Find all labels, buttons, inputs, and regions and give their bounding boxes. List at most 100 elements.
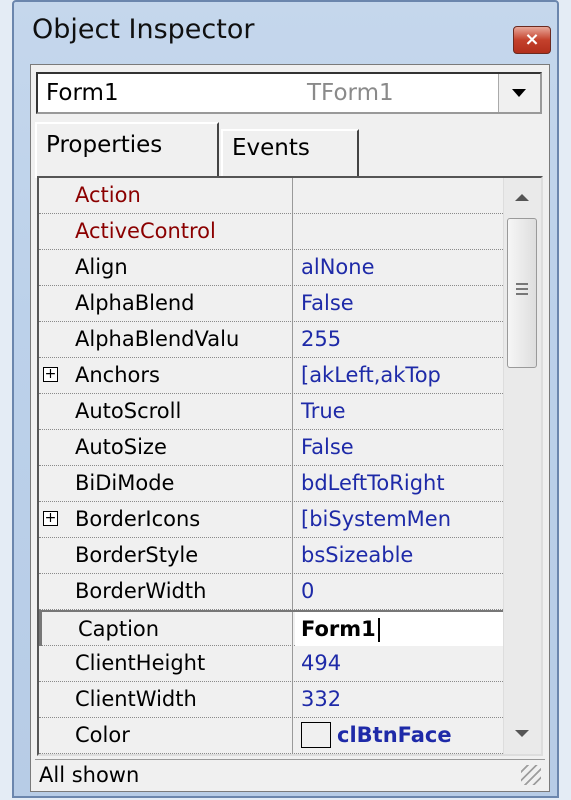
property-value-text: Form1 (301, 617, 376, 641)
expand-plus-icon[interactable]: + (43, 367, 58, 382)
property-name: AutoSize (39, 430, 293, 465)
property-value[interactable]: [biSystemMen (295, 502, 503, 537)
color-swatch (301, 721, 331, 748)
property-name: ClientHeight (39, 646, 293, 681)
property-value[interactable] (295, 178, 503, 213)
property-value-text: bdLeftToRight (301, 471, 445, 495)
property-row[interactable]: AutoScroll True (39, 394, 503, 430)
property-value[interactable]: bsSizeable (295, 538, 503, 573)
property-value[interactable]: alNone (295, 250, 503, 285)
property-value-text: 494 (301, 651, 342, 675)
property-value[interactable]: 332 (295, 682, 503, 717)
property-value[interactable]: True (295, 394, 503, 429)
property-value-text: True (301, 399, 346, 423)
property-name: ClientWidth (39, 682, 293, 717)
property-value[interactable]: [akLeft,akTop (295, 358, 503, 393)
property-value-editor[interactable]: Form1 (295, 612, 503, 647)
property-name-text: BorderIcons (75, 507, 201, 531)
grip-line (516, 288, 528, 290)
scroll-up-button[interactable] (504, 180, 541, 216)
property-row[interactable]: BorderStyle bsSizeable (39, 538, 503, 574)
property-row[interactable]: ClientWidth 332 (39, 682, 503, 718)
property-row[interactable]: AlphaBlendValu 255 (39, 322, 503, 358)
grip-line (516, 293, 528, 295)
property-value-text: [akLeft,akTop (301, 363, 441, 387)
tab-events[interactable]: Events (221, 129, 359, 179)
close-button[interactable]: × (513, 26, 551, 54)
property-row[interactable]: Action (39, 178, 503, 214)
property-value[interactable]: False (295, 430, 503, 465)
property-name: AlphaBlend (39, 286, 293, 321)
vertical-scrollbar[interactable] (503, 178, 541, 754)
property-row[interactable]: ClientHeight 494 (39, 646, 503, 682)
property-value-text: 332 (301, 687, 342, 711)
property-row[interactable]: + BorderIcons [biSystemMen (39, 502, 503, 538)
expand-plus-icon[interactable]: + (43, 511, 58, 526)
object-inspector-window: Object Inspector × Form1 TForm1 Properti… (12, 0, 559, 798)
property-row[interactable]: Caption Form1 (39, 610, 503, 647)
property-name-text: ActiveControl (75, 219, 216, 243)
property-name: ActiveControl (39, 214, 293, 249)
property-name-text: ClientHeight (75, 651, 206, 675)
property-value[interactable]: clBtnFace (295, 718, 503, 753)
property-grid: Action ActiveControl Align alNone AlphaBlend… (37, 176, 543, 756)
scroll-down-button[interactable] (504, 716, 541, 752)
property-name: AlphaBlendValu (39, 322, 293, 357)
selected-object-type: TForm1 (307, 80, 394, 106)
property-name-text: ClientWidth (75, 687, 197, 711)
arrow-down-icon (515, 730, 529, 737)
property-row[interactable]: ActiveControl (39, 214, 503, 250)
property-name: Action (39, 178, 293, 213)
window-title: Object Inspector (32, 14, 255, 45)
property-name: AutoScroll (39, 394, 293, 429)
property-name-text: BiDiMode (75, 471, 175, 495)
chevron-down-icon (512, 89, 526, 97)
status-text: All shown (39, 763, 140, 787)
arrow-up-icon (515, 194, 529, 201)
property-value[interactable]: False (295, 286, 503, 321)
property-value[interactable]: 0 (295, 574, 503, 609)
property-name-text: BorderWidth (75, 579, 207, 603)
property-value[interactable]: 494 (295, 646, 503, 681)
close-icon: × (524, 29, 540, 50)
inspector-panel: Form1 TForm1 Properties Events Action Act… (30, 64, 550, 792)
property-name: Color (39, 718, 293, 753)
property-row[interactable]: BorderWidth 0 (39, 574, 503, 610)
tab-properties[interactable]: Properties (35, 122, 219, 178)
property-name: BorderWidth (39, 574, 293, 609)
property-value-text: False (301, 291, 354, 315)
property-value-text: [biSystemMen (301, 507, 452, 531)
resize-grip-icon[interactable] (521, 765, 541, 785)
property-name: Caption (39, 612, 293, 647)
property-value[interactable] (295, 214, 503, 249)
property-name: BorderStyle (39, 538, 293, 573)
property-value[interactable]: bdLeftToRight (295, 466, 503, 501)
text-caret (377, 618, 380, 642)
property-row[interactable]: + Anchors [akLeft,akTop (39, 358, 503, 394)
property-name-text: AlphaBlend (75, 291, 195, 315)
property-name: BiDiMode (39, 466, 293, 501)
property-row[interactable]: BiDiMode bdLeftToRight (39, 466, 503, 502)
property-name-text: BorderStyle (75, 543, 199, 567)
property-name: + BorderIcons (39, 502, 293, 537)
property-value[interactable]: 255 (295, 322, 503, 357)
property-name-text: AlphaBlendValu (75, 327, 240, 351)
object-selector[interactable]: Form1 TForm1 (36, 72, 542, 114)
property-row[interactable]: Align alNone (39, 250, 503, 286)
property-name: Align (39, 250, 293, 285)
property-name: + Anchors (39, 358, 293, 393)
property-value-text: False (301, 435, 354, 459)
property-row[interactable]: AlphaBlend False (39, 286, 503, 322)
property-name-text: AutoSize (75, 435, 167, 459)
property-value-text: 0 (301, 579, 315, 603)
property-name-text: Action (75, 183, 141, 207)
property-name-text: Anchors (75, 363, 160, 387)
property-row[interactable]: Color clBtnFace (39, 718, 503, 754)
grip-line (516, 283, 528, 285)
object-selector-dropdown-button[interactable] (498, 74, 540, 112)
property-name-text: AutoScroll (75, 399, 182, 423)
property-name-text: Align (75, 255, 128, 279)
scroll-thumb[interactable] (507, 218, 537, 368)
selected-object-name: Form1 (46, 80, 119, 106)
property-row[interactable]: AutoSize False (39, 430, 503, 466)
